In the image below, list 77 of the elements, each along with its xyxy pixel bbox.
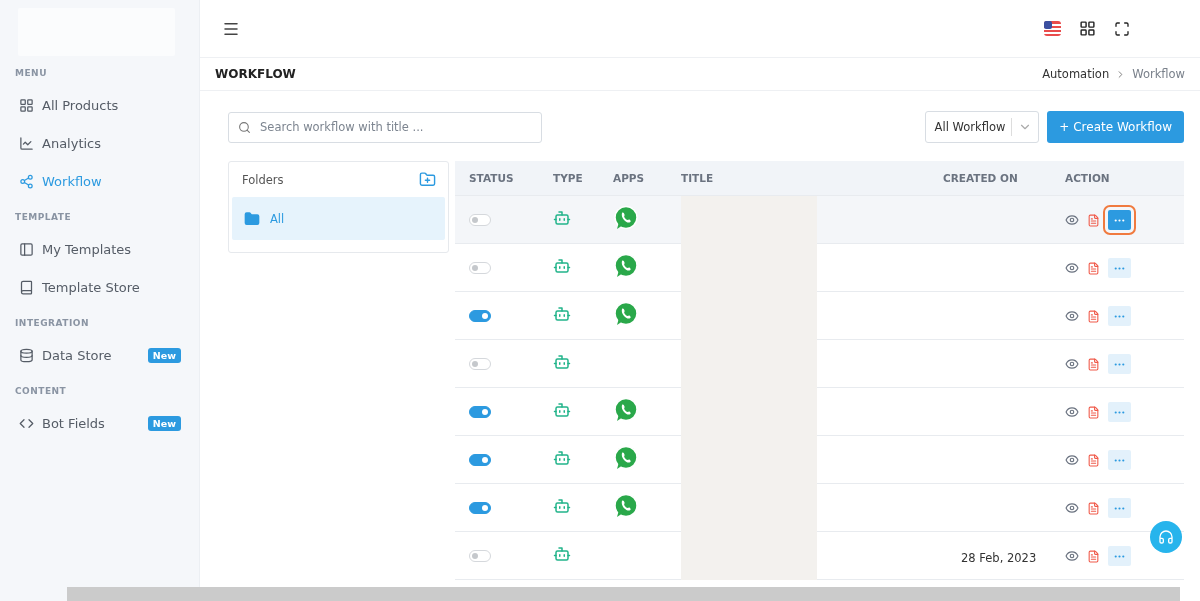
column-header: TYPE [553,172,584,184]
table-row[interactable] [455,196,1184,244]
item-label: Analytics [42,135,103,151]
sidebar-item[interactable]: Data Store New [0,336,199,374]
view-icon[interactable] [1065,357,1079,371]
column-header: CREATED ON [943,172,1019,184]
status-toggle[interactable] [469,310,491,322]
search-field[interactable]: Search workflow with title ... [228,111,542,143]
apps-icon[interactable] [1079,20,1096,37]
table-cell: 28 Feb, 2023 [961,550,1037,565]
document-icon[interactable] [1087,261,1100,275]
column-header: ACTION [1065,172,1111,184]
document-icon[interactable] [1087,309,1100,323]
item-label: Data Store [42,347,113,363]
search-icon [238,120,251,134]
fullscreen-icon[interactable] [1114,20,1130,37]
section-title: TEMPLATE [14,211,73,224]
robot-icon [553,353,571,371]
status-toggle[interactable] [469,406,491,418]
database-icon [19,347,34,363]
new-badge: New [147,415,181,431]
column-header: STATUS [469,172,515,184]
item-label: Workflow [42,173,103,189]
document-icon[interactable] [1087,501,1100,515]
robot-icon [553,401,571,419]
view-icon[interactable] [1065,549,1079,563]
sidebar-item[interactable]: My Templates [0,230,199,268]
book-icon [19,279,34,295]
add-folder-icon[interactable] [419,171,436,188]
robot-icon [553,209,571,227]
document-icon[interactable] [1087,213,1100,227]
item-label: My Templates [42,241,133,257]
column-header: APPS [613,172,646,184]
grid-icon [19,97,34,113]
section-title: INTEGRATION [14,317,90,330]
document-icon[interactable] [1087,549,1100,563]
robot-icon [553,257,571,275]
view-icon[interactable] [1065,309,1079,323]
flag-icon[interactable] [1044,21,1061,36]
robot-icon [553,497,571,515]
view-icon[interactable] [1065,501,1079,515]
section-title: MENU [14,67,48,80]
share-icon [19,173,34,189]
sidebar-item[interactable]: All Products [0,86,199,124]
view-icon[interactable] [1065,261,1079,275]
panel-title: Folders [242,172,284,187]
folder-icon [244,210,260,227]
scrollbar[interactable] [67,587,1180,601]
headset-icon [1158,529,1174,545]
column-header: TITLE [681,172,715,184]
robot-icon [553,449,571,467]
item-label: Template Store [42,279,141,295]
sidebar-item[interactable]: Template Store [0,268,199,306]
item-label: All Products [42,97,120,113]
section-title: CONTENT [14,385,68,398]
view-icon[interactable] [1065,213,1079,227]
document-icon[interactable] [1087,405,1100,419]
folder-label: All [270,211,285,226]
document-icon[interactable] [1087,453,1100,467]
workflow-dropdown[interactable]: All Workflow [924,111,1040,143]
table-row[interactable]: 28 Feb, 2023 [455,532,1184,580]
panel-icon [19,241,34,257]
breadcrumb-item[interactable]: Automation [1042,67,1110,81]
breadcrumb-item: Workflow [1132,67,1185,81]
status-toggle[interactable] [469,502,491,514]
status-toggle[interactable] [469,454,491,466]
sidebar-item[interactable]: Bot Fields New [0,404,199,442]
view-icon[interactable] [1065,405,1079,419]
page-title: WORKFLOW [215,67,296,81]
robot-icon [553,545,571,563]
sidebar-item[interactable]: Analytics [0,124,199,162]
view-icon[interactable] [1065,453,1079,467]
document-icon[interactable] [1087,357,1100,371]
new-badge: New [147,347,181,363]
robot-icon [553,305,571,323]
line-chart-icon [19,135,34,151]
item-label: Bot Fields [42,415,106,431]
